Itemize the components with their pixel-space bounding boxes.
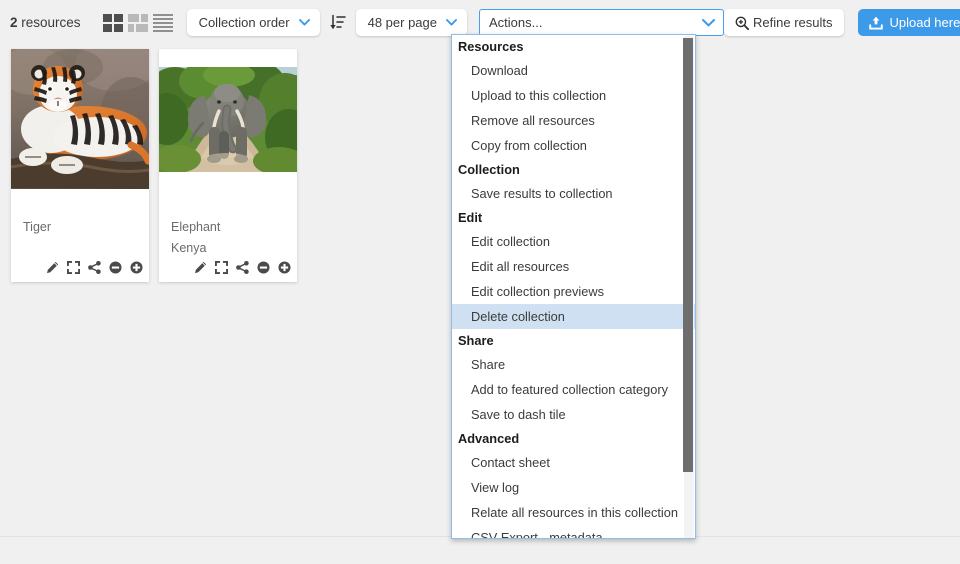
resource-subtitle: Kenya: [171, 238, 291, 259]
tiger-photo: [11, 49, 149, 189]
actions-menu-list: ResourcesDownloadUpload to this collecti…: [452, 35, 696, 538]
chevron-down-icon: [299, 19, 310, 26]
resource-thumbnail[interactable]: [159, 49, 297, 189]
sort-descending-icon: [330, 14, 346, 31]
menu-item[interactable]: Save to dash tile: [452, 402, 696, 427]
menu-item[interactable]: Add to featured collection category: [452, 377, 696, 402]
resource-metadata: Tiger: [23, 217, 143, 238]
menu-group-heading: Share: [452, 329, 696, 352]
expand-icon[interactable]: [67, 261, 80, 274]
resource-title: Elephant: [171, 217, 291, 238]
chevron-down-icon: [446, 19, 457, 26]
menu-group-heading: Advanced: [452, 427, 696, 450]
resource-thumbnail[interactable]: [11, 49, 149, 189]
search-plus-icon: [735, 16, 749, 30]
view-mode-switcher: [103, 14, 173, 32]
per-page-select[interactable]: 48 per page: [356, 9, 467, 36]
menu-item[interactable]: Remove all resources: [452, 108, 696, 133]
resource-card[interactable]: Tiger: [11, 49, 149, 282]
actions-select[interactable]: Actions...: [479, 9, 724, 36]
grid-small-icon[interactable]: [128, 14, 148, 32]
menu-item[interactable]: Edit collection: [452, 229, 696, 254]
menu-item[interactable]: Download: [452, 58, 696, 83]
actions-dropdown-menu: ResourcesDownloadUpload to this collecti…: [451, 34, 696, 539]
grid-large-icon[interactable]: [103, 14, 123, 32]
menu-group-heading: Collection: [452, 158, 696, 181]
menu-item[interactable]: Edit all resources: [452, 254, 696, 279]
add-to-collection-icon[interactable]: [278, 261, 291, 274]
resource-title: Tiger: [23, 217, 143, 238]
upload-here-label: Upload here: [890, 15, 960, 30]
share-icon[interactable]: [236, 261, 249, 274]
collection-order-select[interactable]: Collection order: [187, 9, 320, 36]
menu-item[interactable]: CSV Export - metadata: [452, 525, 696, 538]
actions-select-label: Actions...: [489, 15, 542, 30]
elephant-photo: [159, 67, 297, 172]
menu-item[interactable]: Share: [452, 352, 696, 377]
menu-item[interactable]: Edit collection previews: [452, 279, 696, 304]
chevron-down-icon: [702, 19, 715, 27]
sort-direction-button[interactable]: [330, 14, 346, 31]
upload-here-button[interactable]: Upload here: [858, 9, 960, 36]
menu-scrollbar-track[interactable]: [684, 36, 694, 539]
resource-count-number: 2: [10, 15, 18, 30]
toolbar-right-actions: Refine results Upload here: [724, 9, 960, 36]
remove-from-collection-icon[interactable]: [257, 261, 270, 274]
resource-action-icons: [194, 261, 291, 274]
refine-results-label: Refine results: [753, 15, 832, 30]
resource-action-icons: [46, 261, 143, 274]
actions-select-wrapper: Actions...: [479, 9, 724, 36]
expand-icon[interactable]: [215, 261, 228, 274]
list-rows-icon[interactable]: [153, 14, 173, 32]
resource-count-label: 2 resources: [10, 15, 81, 30]
edit-pencil-icon[interactable]: [46, 261, 59, 274]
collection-order-label: Collection order: [199, 15, 290, 30]
menu-group-heading: Edit: [452, 206, 696, 229]
add-to-collection-icon[interactable]: [130, 261, 143, 274]
edit-pencil-icon[interactable]: [194, 261, 207, 274]
menu-item[interactable]: Upload to this collection: [452, 83, 696, 108]
resource-metadata: Elephant Kenya: [171, 217, 291, 259]
menu-item[interactable]: Save results to collection: [452, 181, 696, 206]
remove-from-collection-icon[interactable]: [109, 261, 122, 274]
refine-results-button[interactable]: Refine results: [724, 9, 843, 36]
menu-group-heading: Resources: [452, 35, 696, 58]
menu-item[interactable]: View log: [452, 475, 696, 500]
menu-item[interactable]: Contact sheet: [452, 450, 696, 475]
menu-scrollbar-thumb[interactable]: [683, 38, 693, 472]
per-page-label: 48 per page: [368, 15, 437, 30]
menu-item[interactable]: Delete collection: [452, 304, 696, 329]
menu-item[interactable]: Relate all resources in this collection: [452, 500, 696, 525]
resource-count-word: resources: [21, 15, 80, 30]
share-icon[interactable]: [88, 261, 101, 274]
menu-item[interactable]: Copy from collection: [452, 133, 696, 158]
upload-icon: [869, 16, 883, 30]
resource-card[interactable]: Elephant Kenya: [159, 49, 297, 282]
